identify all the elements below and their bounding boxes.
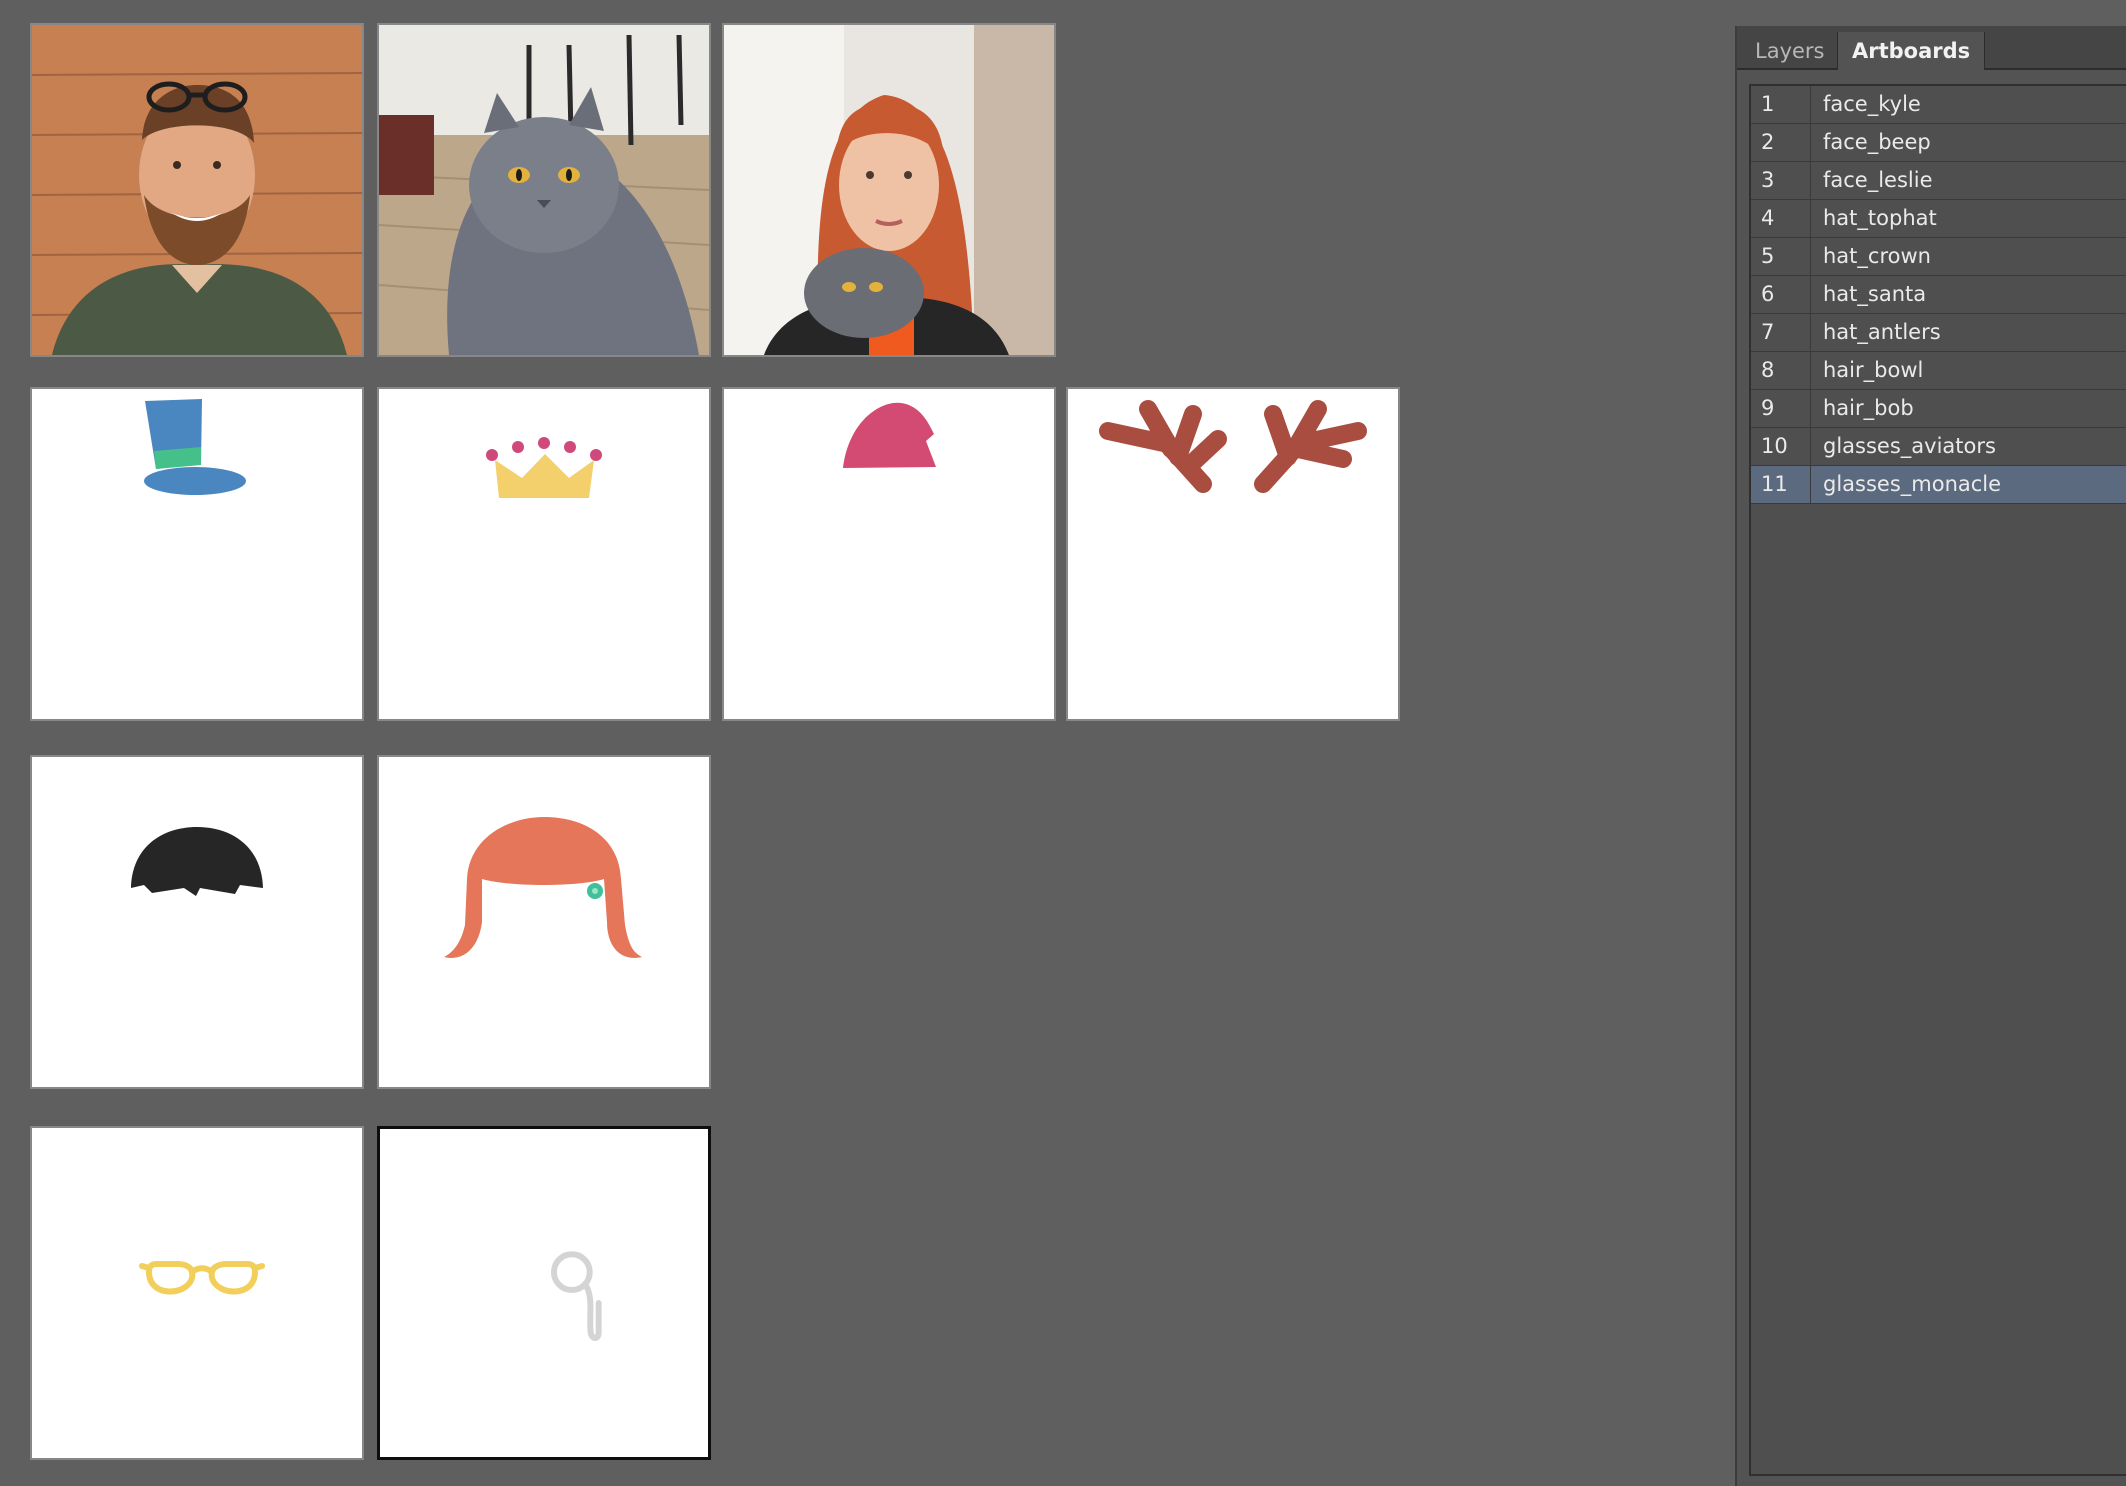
santa-hat-icon <box>843 402 936 468</box>
crown-icon <box>486 437 602 498</box>
artboard-glasses-monacle[interactable] <box>377 1126 711 1460</box>
artboard-row-name: face_leslie <box>1823 168 1933 192</box>
artboard-hat-antlers[interactable] <box>1066 387 1400 721</box>
artboard-row-index: 2 <box>1751 124 1811 161</box>
artboard-row-name: face_kyle <box>1823 92 1921 116</box>
artboard-row-hat-antlers[interactable]: 7 hat_antlers <box>1751 314 2126 352</box>
artboard-row-face-beep[interactable]: 2 face_beep <box>1751 124 2126 162</box>
artboard-row-hair-bowl[interactable]: 8 hair_bowl <box>1751 352 2126 390</box>
face-kyle-photo <box>32 25 362 355</box>
artboard-row-glasses-monacle[interactable]: 11 glasses_monacle <box>1751 466 2126 504</box>
artboard-face-leslie[interactable] <box>722 23 1056 357</box>
tophat-icon <box>144 399 246 495</box>
face-beep-photo <box>379 25 709 355</box>
artboard-row-name: hat_crown <box>1823 244 1931 268</box>
artboard-row-index: 7 <box>1751 314 1811 351</box>
artboard-row-index: 4 <box>1751 200 1811 237</box>
face-leslie-photo <box>724 25 1054 355</box>
artboard-row-name: hat_santa <box>1823 282 1927 306</box>
artboard-row-name: glasses_aviators <box>1823 434 1996 458</box>
artboard-row-name: hat_antlers <box>1823 320 1941 344</box>
artboard-row-face-leslie[interactable]: 3 face_leslie <box>1751 162 2126 200</box>
artboard-list[interactable]: 1 face_kyle 2 face_beep 3 face_leslie 4 … <box>1749 84 2126 1476</box>
artboard-hat-tophat[interactable] <box>30 387 364 721</box>
artboard-face-kyle[interactable] <box>30 23 364 357</box>
artboards-panel: Layers Artboards 1 face_kyle 2 face_beep… <box>1735 26 2126 1486</box>
artboard-row-name: hair_bob <box>1823 396 1914 420</box>
artboard-row-index: 9 <box>1751 390 1811 427</box>
antlers-icon <box>1099 400 1367 493</box>
artboard-row-index: 1 <box>1751 86 1811 123</box>
artboard-row-glasses-aviators[interactable]: 10 glasses_aviators <box>1751 428 2126 466</box>
artboard-row-name: face_beep <box>1823 130 1931 154</box>
artboard-row-face-kyle[interactable]: 1 face_kyle <box>1751 86 2126 124</box>
artboard-row-hat-tophat[interactable]: 4 hat_tophat <box>1751 200 2126 238</box>
artboard-row-name: glasses_monacle <box>1823 472 2002 496</box>
artboard-row-index: 5 <box>1751 238 1811 275</box>
artboard-row-hair-bob[interactable]: 9 hair_bob <box>1751 390 2126 428</box>
artboard-row-index: 3 <box>1751 162 1811 199</box>
artboard-hair-bowl[interactable] <box>30 755 364 1089</box>
artboard-row-hat-santa[interactable]: 6 hat_santa <box>1751 276 2126 314</box>
artboard-row-name: hair_bowl <box>1823 358 1924 382</box>
bowl-haircut-icon <box>131 827 263 896</box>
artboard-canvas[interactable] <box>0 0 1720 1486</box>
artboard-hat-santa[interactable] <box>722 387 1056 721</box>
artboard-hat-crown[interactable] <box>377 387 711 721</box>
aviators-icon <box>139 1261 265 1295</box>
monacle-icon <box>550 1251 602 1341</box>
artboard-row-index: 11 <box>1751 466 1811 503</box>
artboard-hair-bob[interactable] <box>377 755 711 1089</box>
artboard-glasses-aviators[interactable] <box>30 1126 364 1460</box>
artboard-face-beep[interactable] <box>377 23 711 357</box>
tab-artboards[interactable]: Artboards <box>1837 32 1986 70</box>
artboard-row-index: 6 <box>1751 276 1811 313</box>
artboard-row-index: 10 <box>1751 428 1811 465</box>
artboard-row-index: 8 <box>1751 352 1811 389</box>
panel-tab-bar: Layers Artboards <box>1737 26 2126 70</box>
bob-haircut-icon <box>444 817 642 958</box>
tab-layers[interactable]: Layers <box>1741 32 1839 70</box>
artboard-row-hat-crown[interactable]: 5 hat_crown <box>1751 238 2126 276</box>
artboard-row-name: hat_tophat <box>1823 206 1937 230</box>
